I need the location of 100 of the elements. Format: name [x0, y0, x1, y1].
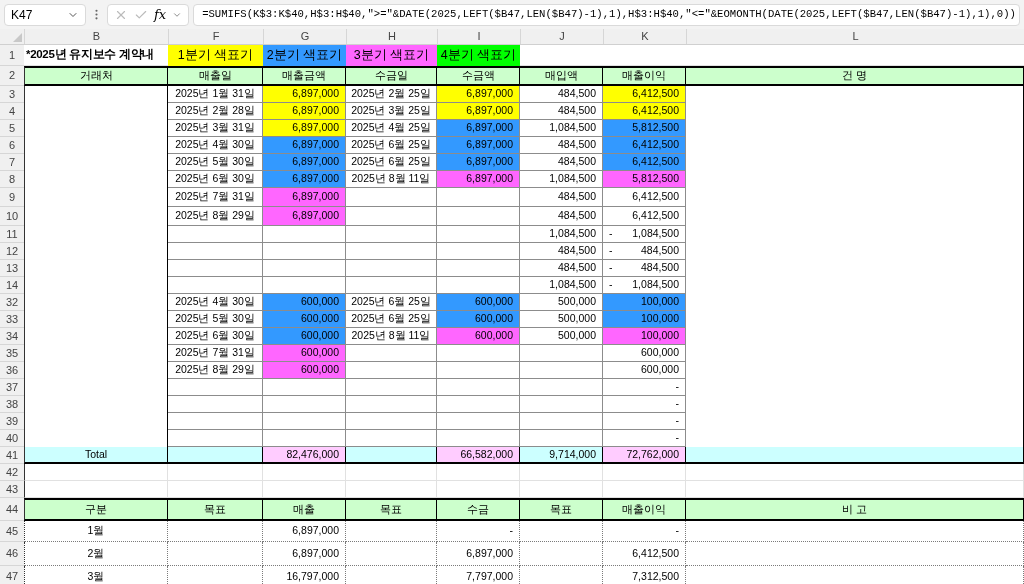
table-cell: 2025년 8월 11일 [346, 171, 437, 188]
column-letter[interactable]: I [437, 29, 520, 44]
table-cell: 2025년 7월 31일 [168, 345, 263, 362]
row-number[interactable]: 36 [0, 362, 24, 379]
column-header: 목표 [520, 498, 603, 521]
formula-field[interactable]: =SUMIFS(K$3:K$40,H$3:H$40,">="&DATE(2025,LEFT($B47,LEN($B47)-1),1),H$3:H$40,"<="&EOMONTH(DATE(2025,LEFT($B47,LEN($B47)-1),1),0)) [193, 3, 1020, 26]
row-number[interactable]: 12 [0, 243, 24, 260]
table-cell: 6,897,000 [437, 542, 520, 566]
row-number[interactable]: 7 [0, 154, 24, 171]
row-number[interactable]: 2 [0, 66, 24, 86]
table-cell: 600,000 [263, 362, 346, 379]
table-cell: 6,412,500 [603, 86, 686, 103]
table-cell: 1,084,500 [520, 171, 603, 188]
row-number[interactable]: 43 [0, 481, 24, 498]
table-cell: 6,897,000 [437, 120, 520, 137]
table-cell: 2025년 3월 25일 [346, 103, 437, 120]
row-number[interactable]: 45 [0, 521, 24, 542]
column-header: 거래처 [24, 66, 168, 86]
column-letter[interactable]: B [24, 29, 168, 44]
row-number[interactable]: 33 [0, 311, 24, 328]
row-number[interactable]: 34 [0, 328, 24, 345]
table-cell: - [603, 379, 686, 396]
row-number[interactable]: 35 [0, 345, 24, 362]
column-letter[interactable]: J [520, 29, 603, 44]
column-header: 비 고 [686, 498, 1024, 521]
row-number[interactable]: 14 [0, 277, 24, 294]
table-cell: 484,500 [520, 137, 603, 154]
name-box[interactable]: K47 [4, 3, 86, 26]
table-cell: 82,476,000 [263, 447, 346, 464]
row-number[interactable]: 9 [0, 188, 24, 207]
table-cell: 4분기 색표기 [437, 45, 520, 66]
table-cell: - 1,084,500 [603, 277, 686, 294]
row-number[interactable]: 39 [0, 413, 24, 430]
column-letter[interactable]: H [346, 29, 437, 44]
table-cell: - [603, 430, 686, 447]
table-cell: 600,000 [603, 345, 686, 362]
table-cell: 6,412,500 [603, 542, 686, 566]
table-cell: 2025년 6월 25일 [346, 294, 437, 311]
row-number[interactable]: 10 [0, 207, 24, 226]
table-cell: 100,000 [603, 294, 686, 311]
table-cell: 6,897,000 [437, 137, 520, 154]
row-number[interactable]: 4 [0, 103, 24, 120]
row-number[interactable]: 44 [0, 498, 24, 521]
table-cell: 2025년 8월 29일 [168, 207, 263, 226]
table-cell: 600,000 [263, 311, 346, 328]
table-cell: 72,762,000 [603, 447, 686, 464]
row-number[interactable]: 41 [0, 447, 24, 464]
table-cell: 2025년 7월 31일 [168, 188, 263, 207]
column-header: 수금 [437, 498, 520, 521]
table-cell: 484,500 [520, 103, 603, 120]
row-number[interactable]: 8 [0, 171, 24, 188]
column-header: 매입액 [520, 66, 603, 86]
table-cell: 2025년 5월 30일 [168, 154, 263, 171]
table-cell: - [603, 413, 686, 430]
table-cell: 2025년 4월 30일 [168, 294, 263, 311]
row-number[interactable]: 32 [0, 294, 24, 311]
table-cell: 6,897,000 [263, 120, 346, 137]
select-all-icon[interactable] [13, 33, 22, 42]
column-header: 매출 [263, 498, 346, 521]
column-header: 매출이익 [603, 66, 686, 86]
column-header: 건 명 [686, 66, 1024, 86]
row-number[interactable]: 5 [0, 120, 24, 137]
row-number[interactable]: 38 [0, 396, 24, 413]
row-number[interactable]: 6 [0, 137, 24, 154]
column-letter[interactable]: F [168, 29, 263, 44]
row-number[interactable]: 37 [0, 379, 24, 396]
table-cell: 484,500 [520, 260, 603, 277]
row-number[interactable]: 40 [0, 430, 24, 447]
table-cell: 2025년 4월 30일 [168, 137, 263, 154]
table-cell: 2025년 6월 30일 [168, 328, 263, 345]
table-cell: - 1,084,500 [603, 226, 686, 243]
table-cell: 3분기 색표기 [346, 45, 437, 66]
column-letter[interactable]: K [603, 29, 686, 44]
column-header: 매출일 [168, 66, 263, 86]
table-cell: 6,412,500 [603, 188, 686, 207]
table-cell: 484,500 [520, 243, 603, 260]
table-cell: 484,500 [520, 86, 603, 103]
column-letter[interactable]: G [263, 29, 346, 44]
table-cell: 600,000 [603, 362, 686, 379]
insert-function-button[interactable]: fx [154, 4, 167, 25]
row-number[interactable]: 11 [0, 226, 24, 243]
table-cell: - 484,500 [603, 260, 686, 277]
column-letter[interactable]: L [686, 29, 1024, 44]
row-number[interactable]: 13 [0, 260, 24, 277]
table-cell: 6,412,500 [603, 137, 686, 154]
row-number[interactable]: 46 [0, 542, 24, 566]
table-cell: 66,582,000 [437, 447, 520, 464]
table-cell: 6,897,000 [437, 171, 520, 188]
table-cell: 2025년 8월 29일 [168, 362, 263, 379]
table-cell: 600,000 [437, 311, 520, 328]
row-number[interactable]: 47 [0, 566, 24, 584]
table-cell: - [603, 521, 686, 542]
table-cell: Total [24, 447, 168, 464]
table-cell: 3월 [24, 566, 168, 584]
table-cell: 1,084,500 [520, 277, 603, 294]
row-number[interactable]: 1 [0, 45, 24, 66]
row-number[interactable]: 42 [0, 464, 24, 481]
row-number[interactable]: 3 [0, 86, 24, 103]
table-cell: *2025년 유지보수 계약내 [24, 45, 168, 66]
table-cell: 600,000 [437, 294, 520, 311]
